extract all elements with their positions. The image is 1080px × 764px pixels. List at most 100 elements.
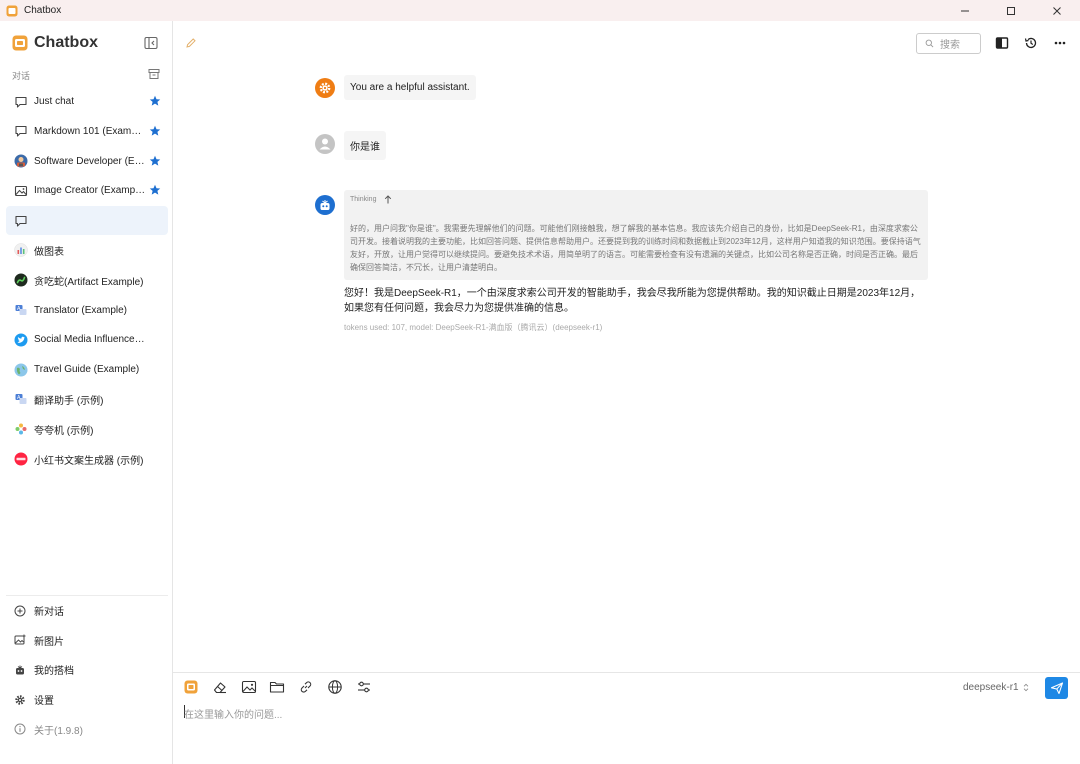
chat-bubble-icon (15, 126, 27, 137)
image-icon (14, 185, 28, 196)
chat-item-current-untitled[interactable] (6, 206, 168, 236)
chat-item-translator[interactable]: A Translator (Example) (6, 296, 168, 325)
my-partners-button[interactable]: 我的搭档 (6, 655, 168, 685)
globe-avatar-icon (14, 363, 28, 377)
maximize-button[interactable] (988, 0, 1034, 21)
chat-item-label: 翻译助手 (示例) (34, 395, 104, 407)
model-selector[interactable]: deepseek-r1 (963, 682, 1029, 693)
robot-icon (320, 200, 330, 210)
chat-item-markdown-101[interactable]: Markdown 101 (Example) (6, 117, 168, 146)
chat-item-snake-game[interactable]: 贪吃蛇(Artifact Example) (6, 266, 168, 295)
settings-button[interactable]: 设置 (6, 685, 168, 715)
sliders-icon[interactable] (356, 679, 372, 695)
person-icon (319, 138, 331, 150)
new-chat-button[interactable]: 新对话 (6, 596, 168, 626)
chat-item-just-chat[interactable]: Just chat (6, 87, 168, 116)
gear-icon (15, 694, 25, 705)
chevron-up-down-icon (1023, 683, 1028, 692)
archive-icon[interactable] (148, 68, 160, 80)
new-chat-label: 新对话 (34, 607, 64, 619)
chat-item-label: 做图表 (34, 246, 64, 258)
eraser-icon[interactable] (212, 679, 228, 695)
arrow-up-icon (385, 195, 392, 204)
chat-bubble-icon (15, 96, 27, 108)
more-options-icon[interactable] (1053, 36, 1067, 50)
brand-name: Chatbox (34, 34, 98, 51)
chat-item-label: Image Creator (Example) (34, 185, 146, 197)
chat-item-make-chart[interactable]: 做图表 (6, 236, 168, 265)
star-icon[interactable] (149, 95, 161, 107)
star-icon[interactable] (149, 155, 161, 167)
chat-item-translation-assistant[interactable]: A 翻译助手 (示例) (6, 385, 168, 414)
image-plus-icon (14, 634, 26, 645)
thinking-text: 好的，用户问我"你是谁"。我需要先理解他们的问题。可能他们刚接触我，想了解我的基… (350, 224, 921, 272)
gear-icon (319, 82, 331, 94)
chat-item-image-creator[interactable]: Image Creator (Example) (6, 176, 168, 205)
sidebar-bottom-menu: 新对话 新图片 我的搭档 设置 关于(1.9.8) (6, 595, 168, 744)
window-title: Chatbox (24, 5, 62, 16)
message-input[interactable]: 在这里输入你的问题... (184, 706, 1064, 721)
history-icon[interactable] (1024, 36, 1038, 50)
chat-item-social-media-influencer[interactable]: Social Media Influencer (Example) (6, 325, 168, 354)
chatbox-settings-icon[interactable] (183, 679, 199, 695)
conversations-section-label: 对话 (12, 71, 31, 81)
thinking-header[interactable]: Thinking (350, 195, 392, 204)
thinking-label: Thinking (350, 196, 377, 203)
new-image-button[interactable]: 新图片 (6, 626, 168, 656)
send-button[interactable] (1045, 677, 1068, 699)
chat-item-travel-guide[interactable]: Travel Guide (Example) (6, 355, 168, 384)
star-icon[interactable] (149, 125, 161, 137)
xiaohongshu-avatar-icon (14, 452, 28, 466)
close-icon (1053, 6, 1061, 15)
search-placeholder: 搜索 (940, 40, 960, 51)
edit-title-icon[interactable] (185, 37, 197, 49)
collapse-sidebar-icon[interactable] (144, 36, 158, 50)
folder-icon[interactable] (269, 679, 285, 695)
add-circle-icon (14, 605, 26, 617)
chat-item-label: 夸夸机 (示例) (34, 425, 94, 437)
new-image-label: 新图片 (34, 636, 64, 648)
chat-item-label: 贪吃蛇(Artifact Example) (34, 276, 144, 288)
link-icon[interactable] (298, 679, 314, 695)
close-window-button[interactable] (1034, 0, 1080, 21)
message-list: You are a helpful assistant. 你是谁 Thinkin… (173, 64, 1080, 672)
assistant-avatar (315, 195, 335, 215)
chat-item-label: Travel Guide (Example) (34, 364, 140, 376)
user-avatar (315, 134, 335, 154)
sidebar: Chatbox 对话 Just chat Markdown 101 (Examp… (0, 21, 173, 764)
chat-item-praise-bot[interactable]: 夸夸机 (示例) (6, 415, 168, 444)
snake-avatar-icon (14, 273, 28, 287)
image-upload-icon[interactable] (241, 679, 257, 695)
about-label: 关于(1.9.8) (34, 725, 83, 737)
search-input[interactable]: 搜索 (916, 33, 981, 54)
chat-item-label: Markdown 101 (Example) (34, 125, 146, 137)
my-partners-label: 我的搭档 (34, 666, 74, 678)
user-message: 你是谁 (344, 131, 386, 160)
assistant-answer: 您好！我是DeepSeek-R1，一个由深度求索公司开发的智能助手，我会尽我所能… (344, 288, 921, 314)
info-icon (14, 723, 26, 735)
window-controls (942, 0, 1080, 21)
chat-item-label: Just chat (34, 96, 75, 107)
brand: Chatbox (12, 34, 98, 52)
chat-item-xiaohongshu-copywriter[interactable]: 小红书文案生成器 (示例) (6, 445, 168, 474)
split-view-icon[interactable] (995, 36, 1009, 50)
star-icon[interactable] (149, 184, 161, 196)
minimize-icon (961, 10, 969, 11)
chat-list: Just chat Markdown 101 (Example) Softwar… (6, 87, 168, 474)
chatbox-logo-icon (12, 35, 28, 51)
flower-avatar-icon (15, 423, 27, 435)
translator-avatar-icon: A (15, 305, 27, 316)
chat-item-software-developer[interactable]: Software Developer (Example) (6, 147, 168, 176)
about-button[interactable]: 关于(1.9.8) (6, 714, 168, 744)
globe-icon[interactable] (327, 679, 343, 695)
svg-text:A: A (17, 306, 21, 312)
chatbox-app-icon (6, 5, 18, 16)
minimize-button[interactable] (942, 0, 988, 21)
chat-item-label: Translator (Example) (34, 304, 127, 316)
settings-label: 设置 (34, 696, 54, 708)
twitter-avatar-icon (14, 333, 28, 347)
translator-avatar-icon: A (15, 394, 27, 405)
model-name: deepseek-r1 (963, 682, 1019, 693)
chat-item-label: Social Media Influencer (Example) (34, 334, 146, 346)
system-avatar (315, 78, 335, 98)
